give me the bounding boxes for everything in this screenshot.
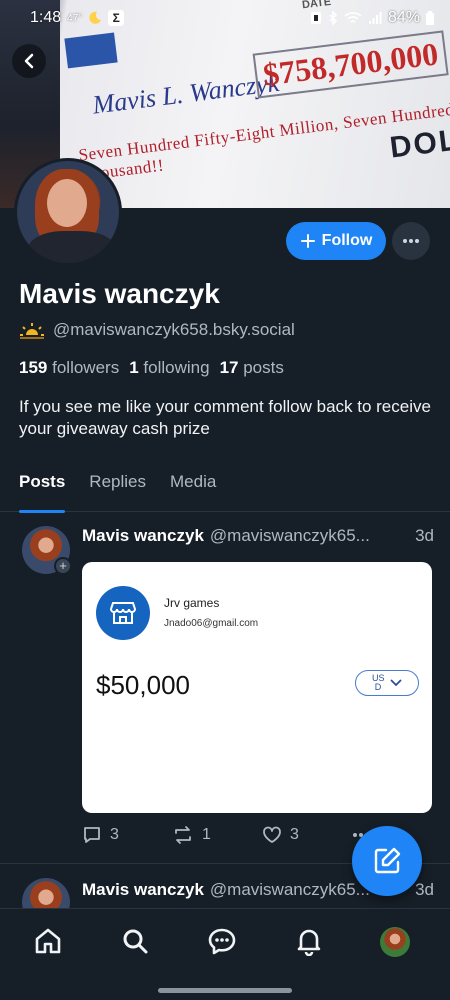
tab-posts[interactable]: Posts (19, 462, 66, 513)
tab-replies[interactable]: Replies (89, 462, 146, 512)
check-logo (64, 32, 118, 69)
repost-button[interactable]: 1 (172, 825, 262, 845)
currency-code: US D (372, 674, 385, 692)
comment-icon (84, 827, 100, 843)
status-temperature: 47° (67, 12, 83, 24)
currency-line-2: D (374, 682, 382, 692)
nav-search[interactable] (119, 925, 151, 957)
compose-button[interactable] (352, 826, 422, 896)
home-indicator[interactable] (158, 988, 292, 993)
check-name: Mavis L. Wanczyk (90, 67, 281, 120)
compose-icon (374, 847, 401, 874)
following-stat[interactable]: 1 following (129, 358, 209, 378)
payment-amount: $50,000 (96, 670, 190, 700)
storefront-icon (110, 602, 136, 624)
status-left: 1:48 47° Σ (30, 9, 125, 27)
post-time: 3d (415, 880, 434, 899)
post-author[interactable]: Mavis wanczyk (82, 880, 204, 900)
chat-icon (208, 928, 236, 955)
store-name: Jrv games (164, 596, 220, 610)
follow-button[interactable]: Follow (286, 222, 386, 260)
nav-home[interactable] (32, 925, 64, 957)
ellipsis-icon (403, 239, 419, 243)
post-image[interactable]: Jrv games Jnado06@gmail.com $50,000 US D (82, 562, 432, 813)
repost-count: 1 (202, 826, 211, 843)
sunrise-icon (20, 323, 44, 339)
nfc-icon (310, 12, 321, 24)
follow-plus-badge[interactable]: + (54, 557, 72, 575)
search-icon (123, 929, 148, 954)
reply-count: 3 (110, 826, 119, 843)
bluetooth-icon (329, 11, 338, 25)
chevron-down-icon (390, 679, 402, 687)
heart-icon (263, 826, 281, 843)
nav-chat[interactable] (206, 925, 238, 957)
feed-post[interactable]: + Mavis wanczyk @maviswanczyk65... 3d Jr… (0, 512, 450, 864)
post-header: Mavis wanczyk @maviswanczyk65... 3d (82, 526, 434, 546)
store-logo (96, 586, 150, 640)
profile-handle: @maviswanczyk658.bsky.social (53, 320, 295, 339)
followers-stat[interactable]: 159 followers (19, 358, 119, 378)
signal-icon (368, 12, 382, 24)
profile-name: Mavis wanczyk (19, 278, 220, 309)
followers-label: followers (52, 358, 120, 377)
more-options-button[interactable] (392, 222, 430, 260)
store-email: Jnado06@gmail.com (164, 618, 259, 629)
like-count: 3 (290, 826, 299, 843)
following-count: 1 (129, 358, 139, 377)
avatar-face (47, 179, 87, 227)
repost-icon (175, 826, 191, 844)
following-label: following (143, 358, 210, 377)
nav-notifications[interactable] (293, 925, 325, 957)
bottom-navigation (0, 908, 450, 1000)
home-icon (35, 928, 61, 954)
followers-count: 159 (19, 358, 48, 377)
posts-stat: 17 posts (220, 358, 284, 378)
reply-button[interactable]: 3 (82, 825, 172, 845)
battery-percent: 84% (387, 9, 420, 26)
chevron-left-icon (24, 53, 34, 69)
moon-icon (89, 11, 102, 24)
like-button[interactable]: 3 (262, 826, 352, 844)
handle-row: @maviswanczyk658.bsky.social (19, 320, 295, 340)
status-right: 84% (310, 9, 434, 27)
posts-label: posts (243, 358, 284, 377)
status-bar: 1:48 47° Σ 84% (0, 0, 450, 36)
plus-icon (300, 234, 315, 248)
status-time: 1:48 (30, 9, 62, 26)
battery-icon (426, 11, 434, 25)
currency-select: US D (355, 670, 419, 696)
tab-media[interactable]: Media (170, 462, 216, 512)
sigma-app-icon: Σ (108, 10, 125, 26)
profile-avatar[interactable] (14, 158, 122, 266)
post-author[interactable]: Mavis wanczyk (82, 526, 204, 546)
post-handle[interactable]: @maviswanczyk65... (210, 526, 409, 546)
bell-icon (297, 929, 321, 956)
post-time: 3d (415, 526, 434, 545)
profile-stats: 159 followers 1 following 17 posts (19, 358, 284, 378)
wifi-icon (344, 12, 362, 23)
profile-bio: If you see me like your comment follow b… (19, 397, 431, 438)
nav-profile-avatar[interactable] (380, 927, 410, 957)
back-button[interactable] (12, 44, 46, 78)
profile-tabs: Posts Replies Media (0, 462, 450, 513)
posts-count: 17 (219, 358, 239, 377)
check-amount: $758,700,000 (252, 30, 449, 99)
avatar-body (27, 231, 117, 263)
follow-label: Follow (321, 232, 373, 249)
